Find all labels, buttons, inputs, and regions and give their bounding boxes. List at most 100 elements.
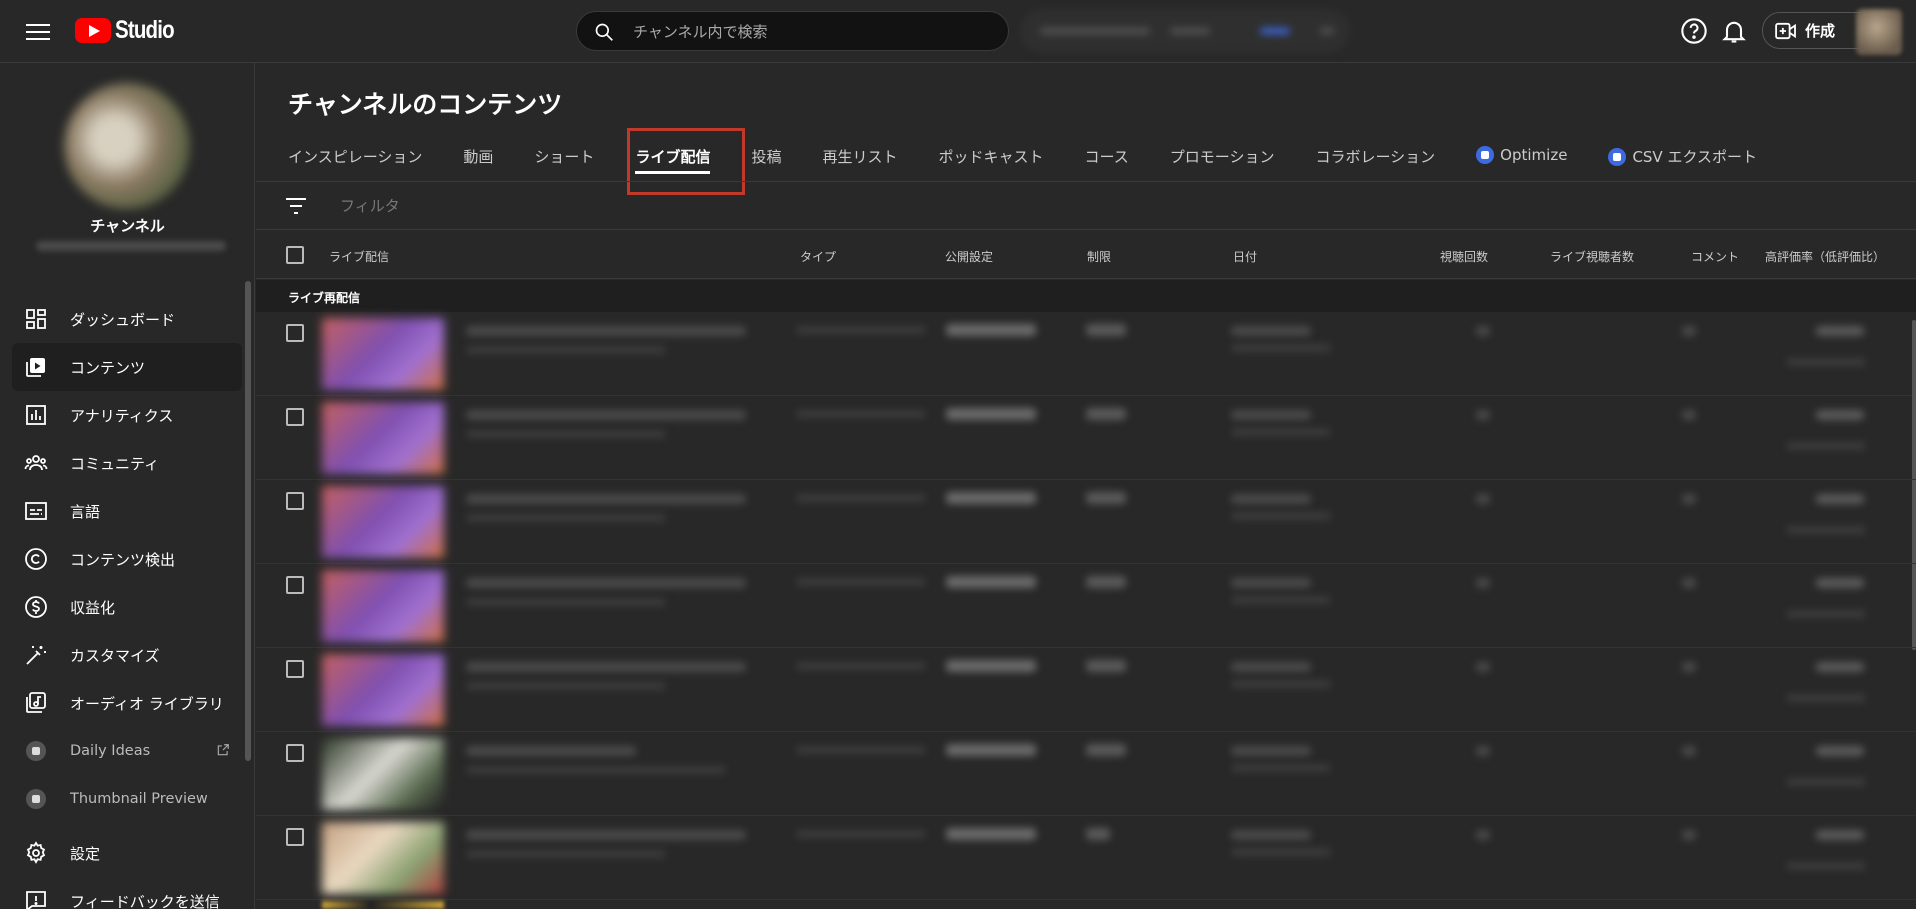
- col-live-viewers[interactable]: ライブ視聴者数: [1550, 248, 1634, 265]
- blurred-text: [1816, 494, 1864, 504]
- tab-playlists[interactable]: 再生リスト: [822, 129, 897, 177]
- row-checkbox[interactable]: [286, 492, 304, 510]
- search-icon: [595, 23, 613, 41]
- blurred-text: [1816, 578, 1864, 588]
- filter-icon[interactable]: [284, 196, 308, 216]
- search-input[interactable]: [633, 18, 993, 46]
- tab-courses[interactable]: コース: [1085, 129, 1129, 177]
- tab-collaborations[interactable]: コラボレーション: [1315, 129, 1435, 177]
- video-thumbnail[interactable]: [322, 318, 444, 390]
- tab-promotions[interactable]: プロモーション: [1170, 129, 1275, 177]
- table-row[interactable]: [256, 816, 1916, 900]
- blurred-text: [1231, 680, 1331, 688]
- tab-label: CSV エクスポート: [1632, 148, 1758, 166]
- feedback-icon: [26, 891, 46, 909]
- blurred-text: [1682, 410, 1696, 420]
- sidebar-item-analytics[interactable]: アナリティクス: [12, 391, 242, 439]
- blurred-text: [466, 598, 666, 606]
- blurred-text: [1231, 512, 1331, 520]
- sidebar-item-label: コミュニティ: [70, 454, 160, 473]
- video-thumbnail[interactable]: [322, 738, 444, 810]
- blurred-chip: [1020, 9, 1350, 53]
- sidebar-item-copyright[interactable]: コンテンツ検出: [12, 535, 242, 583]
- sidebar-item-community[interactable]: コミュニティ: [12, 439, 242, 487]
- video-thumbnail[interactable]: [322, 822, 444, 894]
- tab-posts[interactable]: 投稿: [751, 129, 781, 177]
- search-box[interactable]: [576, 11, 1009, 51]
- blurred-text: [1816, 830, 1864, 840]
- tab-shorts[interactable]: ショート: [534, 129, 594, 177]
- tab-live[interactable]: ライブ配信: [635, 129, 711, 177]
- video-thumbnail[interactable]: [322, 654, 444, 726]
- select-all-checkbox[interactable]: [286, 246, 304, 264]
- sidebar-item-feedback[interactable]: フィードバックを送信: [12, 877, 242, 909]
- col-visibility[interactable]: 公開設定: [945, 248, 993, 265]
- sidebar-item-monetization[interactable]: 収益化: [12, 583, 242, 631]
- blurred-text: [466, 830, 746, 840]
- tab-csv-export[interactable]: CSV エクスポート: [1608, 129, 1757, 177]
- video-thumbnail[interactable]: [322, 570, 444, 642]
- blurred-text: [1086, 492, 1126, 504]
- sidebar-item-thumbnail-preview[interactable]: Thumbnail Preview: [12, 775, 242, 823]
- studio-logo[interactable]: Studio: [75, 16, 187, 44]
- table-row[interactable]: [256, 564, 1916, 648]
- help-icon[interactable]: [1680, 17, 1708, 45]
- row-checkbox[interactable]: [286, 744, 304, 762]
- sidebar-item-audio-library[interactable]: オーディオ ライブラリ: [12, 679, 242, 727]
- col-comments[interactable]: コメント: [1691, 248, 1739, 265]
- sidebar-item-settings[interactable]: 設定: [12, 829, 242, 877]
- blurred-text: [1816, 662, 1864, 672]
- blurred-text: [946, 408, 1036, 420]
- sidebar-item-label: Thumbnail Preview: [70, 791, 208, 807]
- table-row[interactable]: [256, 312, 1916, 650]
- row-checkbox[interactable]: [286, 576, 304, 594]
- col-date[interactable]: 日付: [1233, 248, 1257, 265]
- video-thumbnail[interactable]: [322, 402, 444, 474]
- tab-podcasts[interactable]: ポッドキャスト: [938, 129, 1043, 177]
- notifications-bell-icon[interactable]: [1720, 17, 1748, 45]
- sidebar-item-daily-ideas[interactable]: Daily Ideas: [12, 727, 242, 775]
- blurred-text: [466, 410, 746, 420]
- col-restrictions[interactable]: 制限: [1087, 248, 1111, 265]
- col-live[interactable]: ライブ配信: [329, 248, 389, 265]
- page-title: チャンネルのコンテンツ: [288, 90, 563, 119]
- row-checkbox[interactable]: [286, 660, 304, 678]
- blurred-text: [1682, 326, 1696, 336]
- blurred-text: [1231, 494, 1311, 504]
- channel-avatar[interactable]: [64, 83, 190, 209]
- col-type[interactable]: タイプ: [800, 248, 836, 265]
- sidebar-item-label: コンテンツ: [70, 358, 146, 377]
- table-row[interactable]: [256, 396, 1916, 480]
- menu-icon[interactable]: [24, 20, 52, 42]
- blurred-text: [1682, 578, 1696, 588]
- blurred-text: [1786, 610, 1866, 618]
- row-checkbox[interactable]: [286, 324, 304, 342]
- blurred-text: [1476, 746, 1490, 756]
- filter-input[interactable]: [340, 194, 740, 218]
- account-avatar[interactable]: [1856, 9, 1902, 55]
- sidebar-item-content[interactable]: コンテンツ: [12, 343, 242, 391]
- video-list: [256, 312, 1916, 900]
- sidebar-scrollbar[interactable]: [245, 281, 251, 761]
- col-views[interactable]: 視聴回数: [1440, 248, 1488, 265]
- table-header: ライブ配信 タイプ 公開設定 制限 日付 視聴回数 ライブ視聴者数 コメント 高…: [256, 231, 1916, 279]
- tab-inspiration[interactable]: インスピレーション: [288, 129, 422, 177]
- tab-videos[interactable]: 動画: [463, 129, 493, 177]
- video-thumbnail[interactable]: [322, 486, 444, 558]
- blurred-text: [466, 850, 666, 858]
- sidebar-item-dashboard[interactable]: ダッシュボード: [12, 295, 242, 343]
- video-add-icon: [1775, 22, 1796, 39]
- extension-icon: [1608, 148, 1627, 166]
- table-row[interactable]: [256, 732, 1916, 816]
- tab-optimize[interactable]: Optimize: [1476, 129, 1567, 177]
- col-likes[interactable]: 高評価率（低評価比）: [1765, 248, 1885, 265]
- table-row[interactable]: [256, 480, 1916, 564]
- row-checkbox[interactable]: [286, 408, 304, 426]
- sidebar-item-languages[interactable]: 言語: [12, 487, 242, 535]
- blurred-text: [1476, 662, 1490, 672]
- blurred-text: [1086, 408, 1126, 420]
- row-checkbox[interactable]: [286, 828, 304, 846]
- sidebar-item-customization[interactable]: カスタマイズ: [12, 631, 242, 679]
- blurred-text: [466, 746, 636, 756]
- table-row[interactable]: [256, 648, 1916, 732]
